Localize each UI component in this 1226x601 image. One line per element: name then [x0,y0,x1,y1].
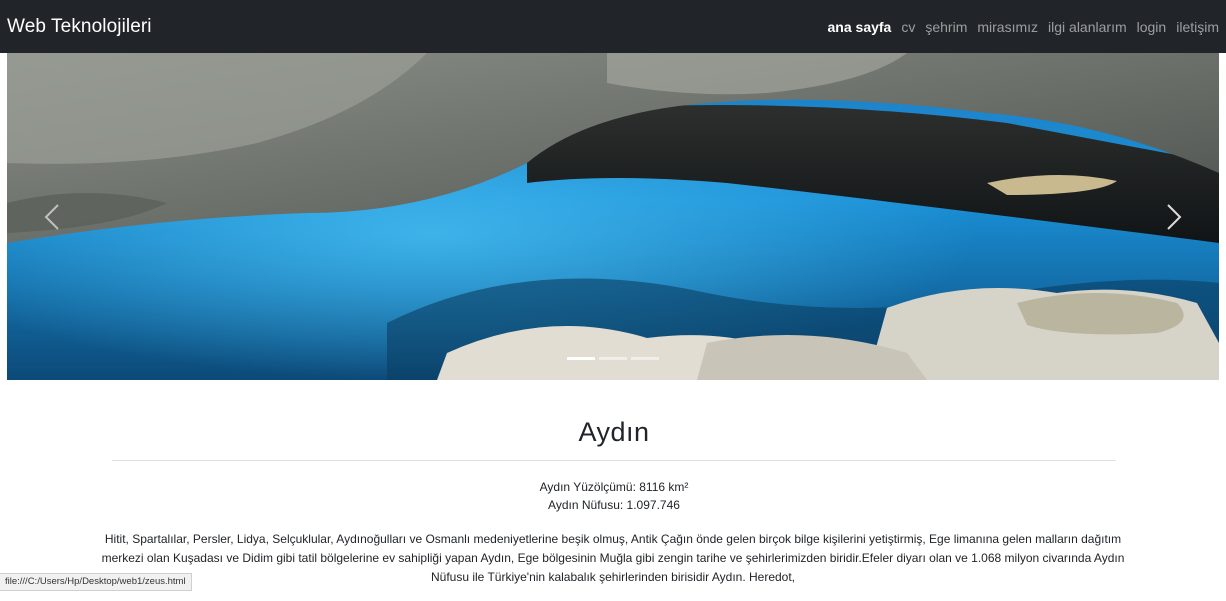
carousel-next-button[interactable] [1129,53,1219,380]
page-title: Aydın [112,417,1116,461]
nav-link-cv[interactable]: cv [901,19,915,35]
nav-link-sehrim[interactable]: şehrim [925,19,967,35]
carousel-slide-image [7,53,1219,380]
navbar: Web Teknolojileri ana sayfa cv şehrim mi… [0,0,1226,53]
nav-link-ana-sayfa[interactable]: ana sayfa [828,19,892,35]
area-text: Aydın Yüzölçümü: 8116 km² [539,480,689,494]
chevron-left-icon [44,203,59,230]
nav-link-ilgi-alanlarim[interactable]: ilgi alanlarım [1048,19,1127,35]
carousel-indicators [567,357,659,360]
nav-link-iletisim[interactable]: iletişim [1176,19,1219,35]
carousel-prev-button[interactable] [7,53,97,380]
navbar-brand[interactable]: Web Teknolojileri [7,16,152,38]
carousel-indicator[interactable] [567,357,595,360]
nav-link-mirasimiz[interactable]: mirasımız [977,19,1038,35]
nav-link-login[interactable]: login [1137,19,1167,35]
chevron-right-icon [1167,203,1182,230]
city-info: Aydın Yüzölçümü: 8116 km² Aydın Nüfusu: … [112,478,1116,514]
carousel-indicator[interactable] [631,357,659,360]
image-carousel [7,53,1219,380]
population-text: Aydın Nüfusu: 1.097.746 [548,498,680,512]
nav-links: ana sayfa cv şehrim mirasımız ilgi alanl… [818,19,1219,35]
main-content: Aydın Aydın Yüzölçümü: 8116 km² Aydın Nü… [112,417,1116,514]
browser-status-bar: file:///C:/Users/Hp/Desktop/web1/zeus.ht… [0,573,192,591]
carousel-indicator[interactable] [599,357,627,360]
